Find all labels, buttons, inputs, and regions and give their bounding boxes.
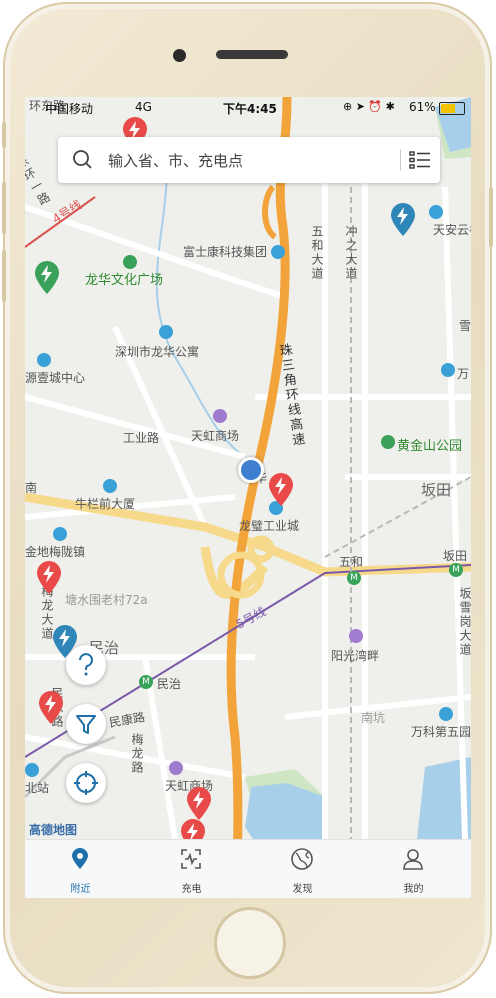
map-label-north-station: 北站 (25, 781, 50, 795)
search-input[interactable] (106, 148, 390, 174)
metro-station-icon: M (347, 571, 361, 585)
poi-building-icon (25, 763, 39, 777)
map-label-vanke5: 万科第五园 (411, 725, 471, 739)
home-button[interactable] (214, 907, 286, 979)
tab-discover-label: 发现 (292, 884, 313, 895)
poi-shop-icon (169, 761, 183, 775)
metro-station-icon: M (449, 563, 463, 577)
filter-icon (76, 715, 96, 734)
map-label-wuhe-metro: 五和 (339, 555, 364, 569)
charge-scan-icon (181, 849, 201, 869)
amap-logo: 高德地图 (29, 823, 78, 837)
volume-down-button (2, 250, 6, 302)
poi-building-icon (439, 707, 453, 721)
crosshair-icon (74, 771, 98, 795)
map-label-tianhong-1: 天虹商场 (191, 429, 240, 443)
map-label-minzhi-metro: 民治 (157, 677, 182, 691)
map-label-longhua-culture: 龙华文化广场 (85, 273, 164, 288)
tab-mine[interactable]: 我的 (358, 840, 469, 898)
location-pin-icon (72, 848, 88, 869)
earpiece-speaker (216, 50, 288, 59)
map-label-gongye-road: 工业路 (123, 431, 160, 445)
mute-switch (2, 122, 6, 148)
search-bar (58, 137, 440, 183)
map-label-tianan: 天安云谷 (433, 223, 471, 237)
poi-building-icon (441, 363, 455, 377)
bottom-tab-bar: 附近 充电 发现 我的 (25, 839, 471, 898)
network-label: 4G (135, 100, 152, 114)
compass-globe-icon (291, 848, 313, 870)
tab-mine-label: 我的 (403, 884, 424, 895)
power-button (489, 187, 493, 247)
map-label-longbi: 龙璧工业城 (239, 519, 300, 533)
poi-park-icon (123, 255, 137, 269)
user-icon (403, 849, 423, 870)
poi-building-icon (159, 325, 173, 339)
tab-charge[interactable]: 充电 (136, 840, 247, 898)
map-label-meilong-road: 梅龙路 (130, 733, 144, 775)
battery-icon (439, 102, 465, 115)
help-button[interactable] (66, 645, 106, 685)
carrier-label: 中国移动 (45, 102, 94, 116)
locate-me-button[interactable] (66, 763, 106, 803)
current-location-marker (238, 457, 264, 483)
poi-shop-icon (349, 629, 363, 643)
clock-label: 下午4:45 (223, 102, 277, 116)
status-icons: ⊕ ➤ ⏰ ✱ (343, 100, 395, 113)
question-icon (79, 653, 93, 676)
list-view-icon[interactable] (408, 148, 432, 172)
map-label-niulan: 牛栏前大厦 (75, 497, 136, 511)
charger-pin-icon[interactable] (33, 261, 61, 295)
poi-building-icon (103, 479, 117, 493)
search-icon (73, 150, 92, 169)
map-label-yuanyicheng: 源壹城中心 (25, 371, 86, 385)
map-label-huangjinshan: 黄金山公园 (397, 439, 463, 454)
filter-button[interactable] (66, 704, 106, 744)
map-label-yangguang: 阳光湾畔 (331, 649, 380, 663)
map-label-nan: 南 (25, 481, 38, 495)
charger-pin-icon[interactable] (389, 203, 417, 237)
map-label-nankeng: 南坑 (361, 711, 386, 725)
status-bar: 中国移动 4G 下午4:45 ⊕ ➤ ⏰ ✱ 61% (25, 97, 471, 119)
map-label-fukang: 富士康科技集团 (183, 245, 268, 259)
map-label-bantian-area: 坂田 (421, 481, 452, 499)
map-label-bantian-metro: 坂田 (443, 549, 468, 563)
map-label-wuhe-avenue: 五和大道 (310, 225, 324, 281)
map-label-jindi: 金地梅陇镇 (25, 545, 86, 559)
map-label-longhua-apartment: 深圳市龙华公寓 (115, 345, 200, 359)
tab-discover[interactable]: 发现 (247, 840, 358, 898)
battery-percent: 61% (409, 100, 436, 114)
poi-shop-icon (213, 409, 227, 423)
search-divider (400, 149, 401, 171)
map-label-xue: 雪 (459, 319, 471, 333)
map-label-chongzhi: 冲之大道 (344, 225, 358, 281)
map-label-wanke-top: 万 (457, 367, 470, 381)
tab-charge-label: 充电 (181, 884, 202, 895)
poi-park-icon (381, 435, 395, 449)
poi-building-icon (53, 527, 67, 541)
charger-pin-icon[interactable] (35, 561, 63, 595)
poi-building-icon (429, 205, 443, 219)
charger-pin-icon[interactable] (185, 787, 213, 821)
tab-nearby-label: 附近 (70, 884, 91, 895)
front-camera (173, 49, 186, 62)
poi-building-icon (37, 353, 51, 367)
app-screen: 中国移动 4G 下午4:45 ⊕ ➤ ⏰ ✱ 61% 富士康科技集团 龙华文化广… (25, 97, 471, 898)
metro-station-icon: M (139, 675, 153, 689)
poi-building-icon (271, 245, 285, 259)
volume-up-button (2, 182, 6, 234)
charger-pin-icon[interactable] (37, 691, 65, 725)
charger-pin-icon[interactable] (267, 473, 295, 507)
map-label-bantian-xuegang: 坂雪岗大道 (458, 587, 471, 657)
map-label-tangshuiwei: 塘水围老村72a (65, 593, 148, 607)
tab-nearby[interactable]: 附近 (25, 840, 136, 898)
